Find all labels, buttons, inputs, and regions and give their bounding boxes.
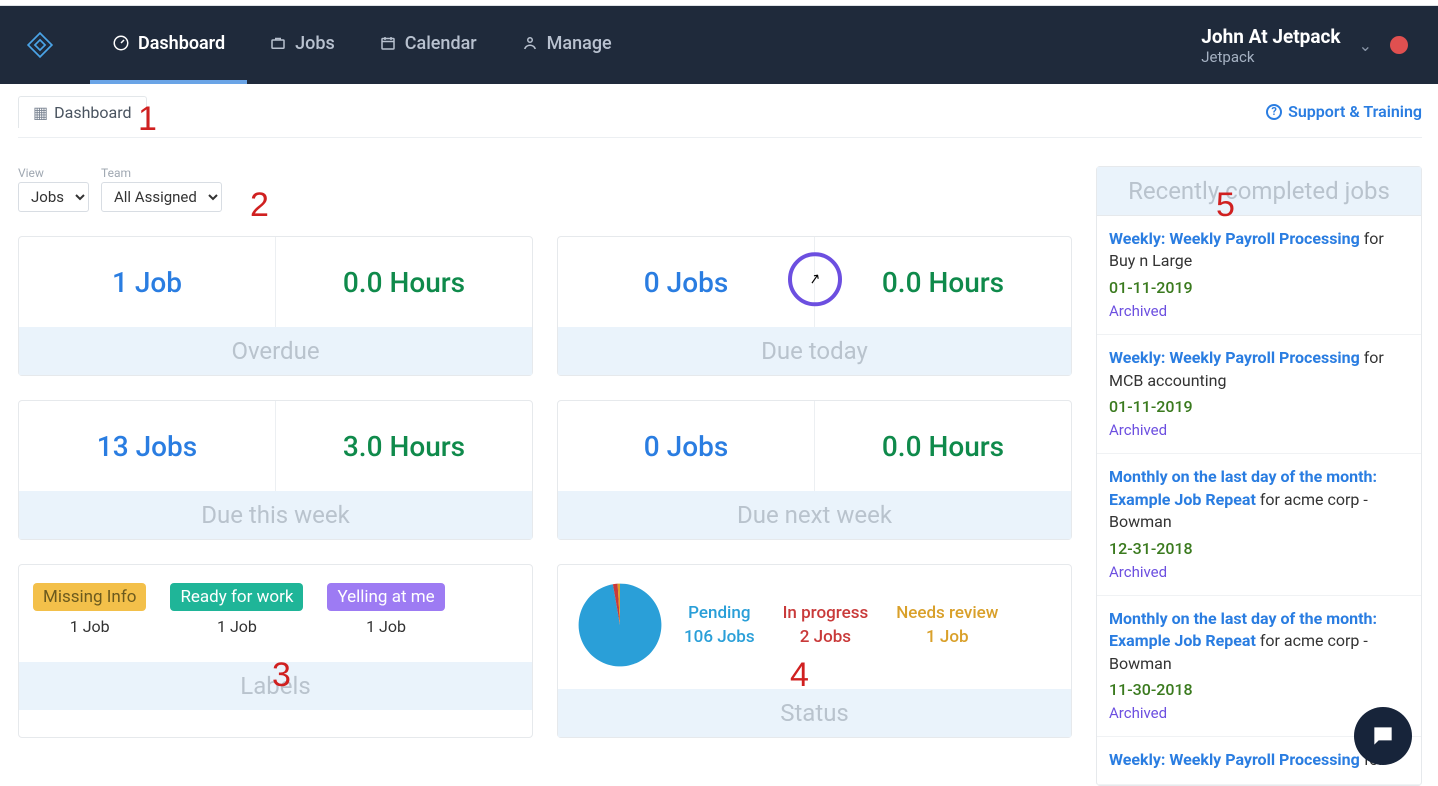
recent-job-item[interactable]: Weekly: Weekly Payroll Processing for Bu…	[1097, 216, 1421, 335]
briefcase-icon	[269, 34, 287, 52]
label-count: 1 Job	[327, 617, 444, 636]
question-icon: ?	[1266, 104, 1282, 120]
label-tag: Yelling at me	[327, 583, 444, 611]
team-filter-label: Team	[101, 166, 222, 180]
app-logo[interactable]	[0, 6, 80, 84]
status-count: 106 Jobs	[684, 627, 755, 647]
nav-tab-label: Dashboard	[138, 33, 225, 54]
status-pie-chart	[574, 579, 666, 671]
grid-icon: ▦	[33, 103, 48, 122]
recent-job-date: 12-31-2018	[1109, 538, 1409, 560]
recent-job-status: Archived	[1109, 420, 1409, 441]
recent-job-date: 11-30-2018	[1109, 679, 1409, 701]
recent-job-status: Archived	[1109, 301, 1409, 322]
stat-due-next-week[interactable]: 0 Jobs 0.0 Hours Due next week	[557, 400, 1072, 540]
label-item[interactable]: Missing Info 1 Job	[33, 583, 146, 636]
status-label: In progress	[783, 603, 869, 623]
top-navbar: Dashboard Jobs Calendar Manage John At J…	[0, 6, 1438, 84]
recent-job-title: Weekly: Weekly Payroll Processing	[1109, 750, 1360, 769]
label-count: 1 Job	[33, 617, 146, 636]
status-item[interactable]: In progress 2 Jobs	[783, 603, 869, 647]
nav-tab-label: Jobs	[295, 33, 335, 54]
label-count: 1 Job	[170, 617, 303, 636]
user-company: Jetpack	[1201, 48, 1340, 66]
status-item[interactable]: Pending 106 Jobs	[684, 603, 755, 647]
recent-job-date: 01-11-2019	[1109, 277, 1409, 299]
recent-job-title: Weekly: Weekly Payroll Processing	[1109, 229, 1360, 248]
notification-icon[interactable]	[1390, 36, 1408, 54]
status-count: 2 Jobs	[783, 627, 869, 647]
nav-tab-dashboard[interactable]: Dashboard	[90, 6, 247, 84]
stat-hours: 0.0 Hours	[815, 237, 1071, 327]
recent-job-title: Weekly: Weekly Payroll Processing	[1109, 348, 1360, 367]
stat-hours: 3.0 Hours	[276, 401, 532, 491]
stat-foot: Due this week	[19, 491, 532, 539]
user-menu[interactable]: John At Jetpack Jetpack	[1201, 25, 1340, 66]
user-icon	[521, 34, 539, 52]
support-label: Support & Training	[1288, 102, 1422, 121]
recent-job-date: 01-11-2019	[1109, 396, 1409, 418]
stat-overdue[interactable]: 1 Job 0.0 Hours Overdue	[18, 236, 533, 376]
stat-jobs: 1 Job	[19, 237, 275, 327]
team-filter-select[interactable]: All Assigned	[101, 182, 222, 212]
status-item[interactable]: Needs review 1 Job	[896, 603, 998, 647]
recent-jobs-card: Recently completed jobs Weekly: Weekly P…	[1096, 166, 1422, 786]
stat-hours: 0.0 Hours	[276, 237, 532, 327]
stat-due-today[interactable]: 0 Jobs 0.0 Hours Due today	[557, 236, 1072, 376]
nav-tab-jobs[interactable]: Jobs	[247, 6, 357, 84]
stat-jobs: 13 Jobs	[19, 401, 275, 491]
nav-tab-calendar[interactable]: Calendar	[357, 6, 499, 84]
cursor-highlight-icon	[788, 252, 842, 306]
nav-tab-label: Manage	[547, 33, 612, 54]
view-filter-label: View	[18, 166, 89, 180]
status-label: Needs review	[896, 603, 998, 623]
label-tag: Ready for work	[170, 583, 303, 611]
stat-due-this-week[interactable]: 13 Jobs 3.0 Hours Due this week	[18, 400, 533, 540]
support-link[interactable]: ? Support & Training	[1266, 102, 1422, 121]
view-filter-select[interactable]: Jobs	[18, 182, 89, 212]
labels-card: Missing Info1 JobReady for work1 JobYell…	[18, 564, 533, 738]
stat-foot: Due next week	[558, 491, 1071, 539]
stat-jobs: 0 Jobs	[558, 401, 814, 491]
recent-jobs-title: Recently completed jobs	[1097, 167, 1421, 216]
recent-job-status: Archived	[1109, 562, 1409, 583]
labels-foot: Labels	[19, 662, 532, 710]
status-foot: Status	[558, 689, 1071, 737]
nav-tab-label: Calendar	[405, 33, 477, 54]
user-name: John At Jetpack	[1201, 25, 1340, 48]
chevron-down-icon[interactable]: ⌄	[1359, 36, 1372, 55]
stat-hours: 0.0 Hours	[815, 401, 1071, 491]
page-tab-dashboard[interactable]: ▦ Dashboard	[18, 96, 147, 128]
calendar-icon	[379, 34, 397, 52]
nav-tab-manage[interactable]: Manage	[499, 6, 634, 84]
stat-foot: Due today	[558, 327, 1071, 375]
recent-job-item[interactable]: Weekly: Weekly Payroll Processing for MC…	[1097, 335, 1421, 454]
label-tag: Missing Info	[33, 583, 146, 611]
label-item[interactable]: Ready for work 1 Job	[170, 583, 303, 636]
gauge-icon	[112, 34, 130, 52]
page-tab-label: Dashboard	[54, 103, 131, 122]
status-label: Pending	[684, 603, 755, 623]
status-card: Pending 106 Jobs In progress 2 Jobs Needs re…	[557, 564, 1072, 738]
label-item[interactable]: Yelling at me 1 Job	[327, 583, 444, 636]
stat-foot: Overdue	[19, 327, 532, 375]
recent-job-item[interactable]: Monthly on the last day of the month: Ex…	[1097, 454, 1421, 596]
status-count: 1 Job	[896, 627, 998, 647]
stat-jobs: 0 Jobs	[558, 237, 814, 327]
